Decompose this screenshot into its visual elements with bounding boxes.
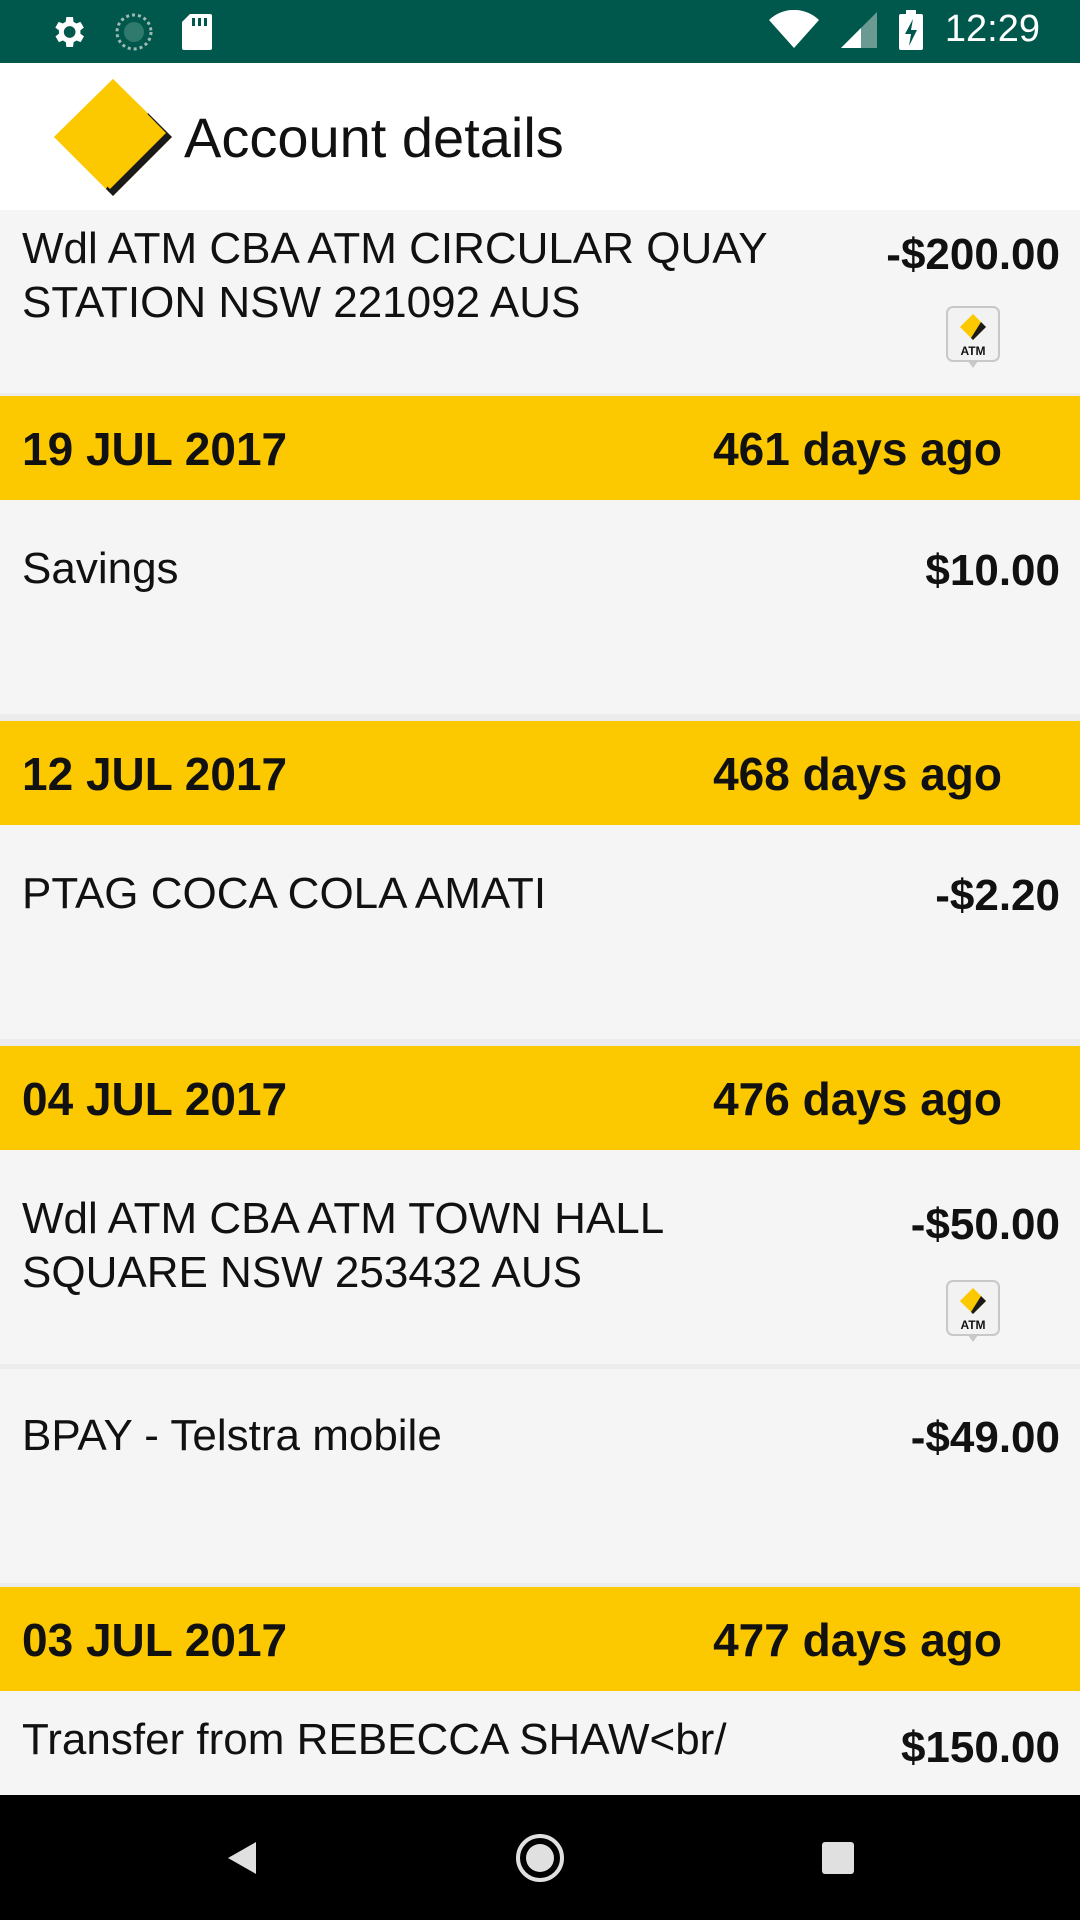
header-date: 03 JUL 2017 (22, 1614, 288, 1666)
home-button[interactable] (470, 1795, 610, 1920)
transaction-row[interactable]: Savings $10.00 (0, 500, 1080, 714)
atm-icon: ATM (946, 306, 1000, 368)
back-button[interactable] (172, 1795, 312, 1920)
status-left-icons (48, 12, 214, 52)
sync-icon (115, 13, 153, 51)
sd-card-icon (182, 14, 212, 50)
transaction-row[interactable]: Transfer from REBECCA SHAW<br/ $150.00 (0, 1691, 1080, 1795)
app-bar: Account details (0, 63, 1080, 210)
transaction-row[interactable]: BPAY - Telstra mobile -$49.00 (0, 1369, 1080, 1583)
status-bar: 12:29 (0, 0, 1080, 63)
transaction-amount: -$50.00 (910, 1200, 1060, 1249)
header-days-ago: 461 days ago (713, 423, 1002, 475)
navigation-bar (0, 1795, 1080, 1920)
home-icon (516, 1833, 564, 1882)
header-days-ago: 476 days ago (713, 1073, 1002, 1125)
date-header: 04 JUL 2017 476 days ago (0, 1046, 1080, 1150)
transaction-row[interactable]: PTAG COCA COLA AMATI -$2.20 (0, 825, 1080, 1039)
transaction-amount: $10.00 (925, 546, 1060, 595)
transaction-description: PTAG COCA COLA AMATI (22, 869, 547, 918)
svg-text:ATM: ATM (960, 1318, 985, 1332)
gear-icon (55, 17, 84, 47)
header-date: 04 JUL 2017 (22, 1073, 288, 1125)
transaction-amount: -$200.00 (886, 230, 1060, 279)
transaction-list[interactable]: Wdl ATM CBA ATM CIRCULAR QUAY STATION NS… (0, 210, 1080, 1795)
transaction-amount: -$2.20 (935, 871, 1060, 920)
commbank-logo (54, 79, 172, 196)
transaction-description: Savings (22, 544, 179, 593)
svg-text:ATM: ATM (960, 344, 985, 358)
transaction-description: Wdl ATM CBA ATM TOWN HALL SQUARE NSW 253… (22, 1194, 665, 1297)
page-title: Account details (184, 106, 564, 169)
transaction-description: Wdl ATM CBA ATM CIRCULAR QUAY STATION NS… (22, 224, 768, 327)
transaction-row[interactable]: Wdl ATM CBA ATM CIRCULAR QUAY STATION NS… (0, 210, 1080, 393)
date-header: 12 JUL 2017 468 days ago (0, 721, 1080, 825)
recents-icon (822, 1841, 854, 1874)
status-right-icons: 12:29 (768, 8, 1040, 51)
atm-icon: ATM (946, 1280, 1000, 1342)
transaction-amount: $150.00 (900, 1723, 1060, 1772)
header-date: 19 JUL 2017 (22, 423, 288, 475)
recents-button[interactable] (768, 1795, 908, 1920)
transaction-amount: -$49.00 (910, 1413, 1060, 1462)
wifi-icon (768, 9, 819, 48)
header-date: 12 JUL 2017 (22, 748, 288, 800)
battery-charging-icon (898, 9, 923, 50)
transaction-row[interactable]: Wdl ATM CBA ATM TOWN HALL SQUARE NSW 253… (0, 1150, 1080, 1364)
transaction-description: BPAY - Telstra mobile (22, 1411, 442, 1460)
signal-icon (840, 11, 877, 48)
header-days-ago: 468 days ago (713, 748, 1002, 800)
date-header: 03 JUL 2017 477 days ago (0, 1587, 1080, 1691)
date-header: 19 JUL 2017 461 days ago (0, 396, 1080, 500)
status-time: 12:29 (944, 8, 1040, 50)
back-icon (228, 1841, 256, 1874)
transaction-description: Transfer from REBECCA SHAW<br/ (22, 1715, 727, 1764)
header-days-ago: 477 days ago (713, 1614, 1002, 1666)
